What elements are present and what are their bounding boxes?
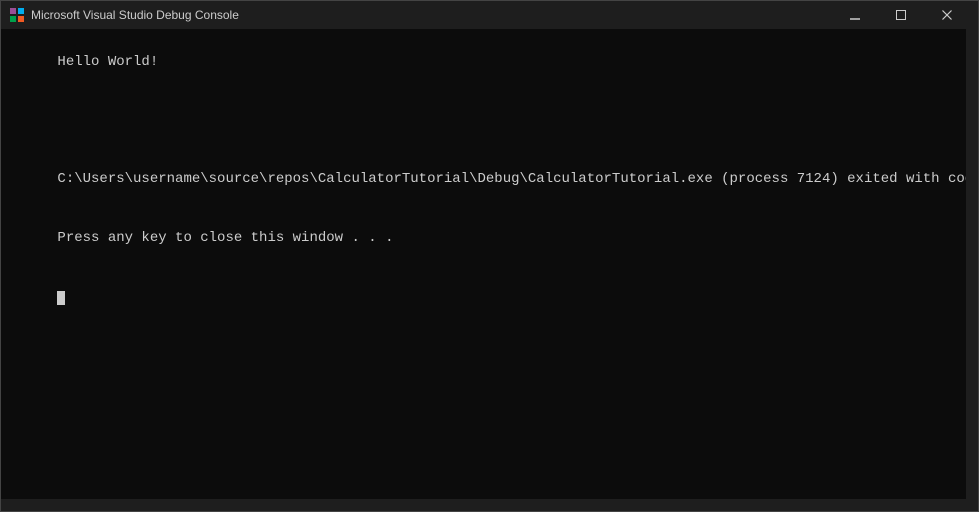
console-line1: Hello World! [57, 54, 158, 70]
scrollbar-corner [966, 499, 978, 511]
console-line4: Press any key to close this window . . . [57, 230, 393, 246]
console-line3: C:\Users\username\source\repos\Calculato… [57, 171, 978, 187]
window-title: Microsoft Visual Studio Debug Console [31, 8, 832, 22]
app-window: Microsoft Visual Studio Debug Console [0, 0, 979, 512]
vertical-scrollbar[interactable] [966, 29, 978, 499]
console-output[interactable]: Hello World! C:\Users\username\source\re… [1, 29, 978, 511]
console-cursor [57, 291, 65, 305]
minimize-button[interactable] [832, 1, 878, 29]
app-icon [9, 7, 25, 23]
close-button[interactable] [924, 1, 970, 29]
window-controls [832, 1, 970, 29]
console-content: Hello World! C:\Users\username\source\re… [7, 33, 972, 327]
maximize-button[interactable] [878, 1, 924, 29]
titlebar: Microsoft Visual Studio Debug Console [1, 1, 978, 29]
horizontal-scrollbar[interactable] [1, 499, 966, 511]
